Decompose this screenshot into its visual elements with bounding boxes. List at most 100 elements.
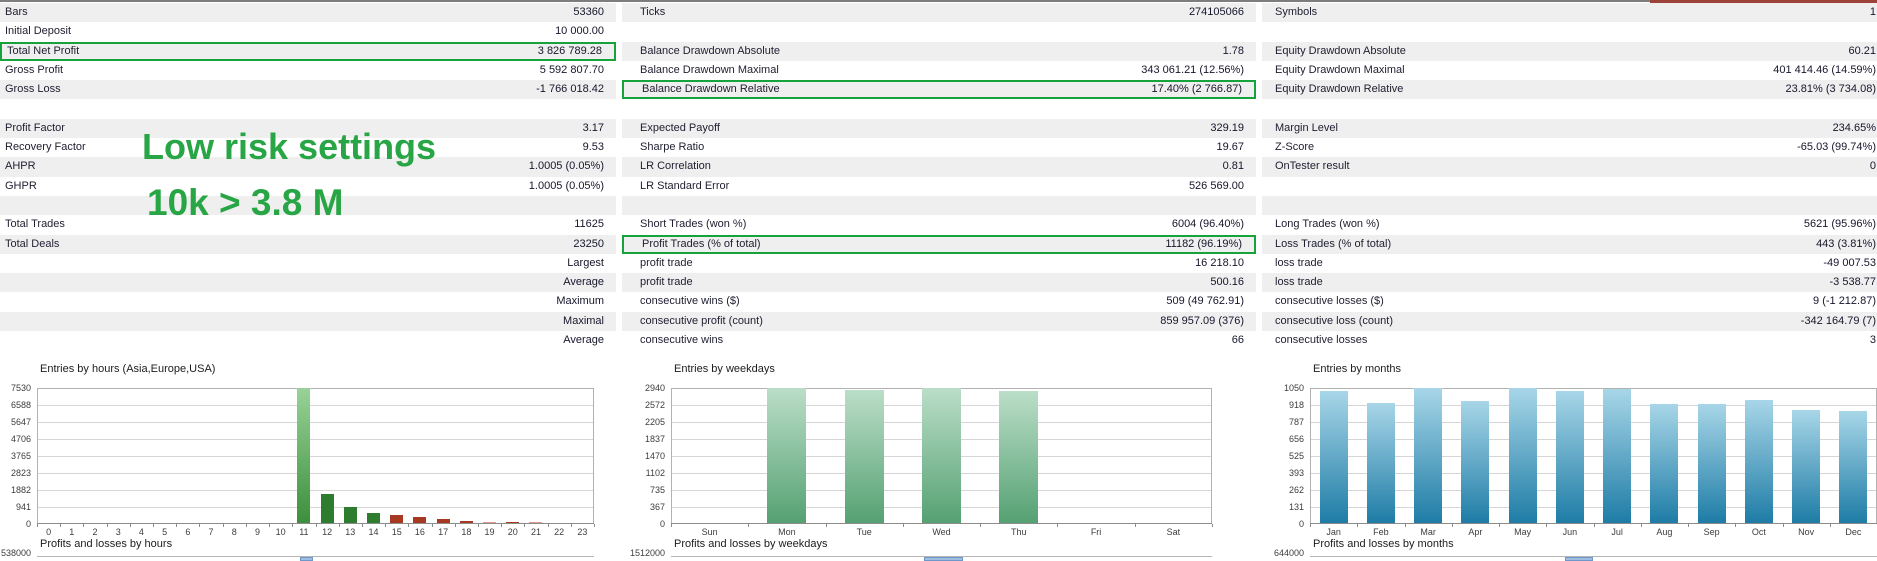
table-row: consecutive wins ($)509 (49 762.91) (622, 292, 1256, 311)
axis-tick (199, 524, 200, 527)
x-axis-tick-label: Jan (1310, 527, 1357, 537)
x-axis-tick-label: 5 (153, 527, 176, 537)
x-axis-tick-label: Jun (1546, 527, 1593, 537)
chart-title: Entries by weekdays (674, 363, 775, 375)
peak-bar-sliver (924, 557, 963, 561)
chart-bar (1839, 411, 1867, 523)
axis-tick (432, 524, 433, 527)
stat-value: -49 007.53 (1823, 254, 1877, 273)
stat-label: profit trade (622, 254, 693, 273)
axis-tick (408, 524, 409, 527)
chart-bar (845, 390, 884, 523)
table-row: consecutive losses ($)9 (-1 212.87) (1262, 292, 1877, 311)
stat-label (0, 292, 5, 311)
chart-bar (1603, 389, 1631, 523)
x-axis-tick-label: 1 (60, 527, 83, 537)
stat-label: consecutive losses ($) (1262, 292, 1384, 311)
chart-bar (999, 391, 1038, 523)
table-row (1262, 177, 1877, 196)
stat-value: 5 592 807.70 (540, 61, 616, 80)
peak-bar-sliver (300, 557, 313, 561)
x-axis-tick-label: 21 (524, 527, 547, 537)
x-axis-tick-label: Sep (1688, 527, 1735, 537)
stat-value: 509 (49 762.91) (1166, 292, 1256, 311)
stat-value: 1.0005 (0.05%) (529, 177, 616, 196)
stat-label: profit trade (622, 273, 693, 292)
axis-tick (60, 524, 61, 527)
stat-label: Balance Drawdown Maximal (622, 61, 779, 80)
chart-bar (922, 388, 961, 523)
stat-value: 10 000.00 (555, 22, 616, 41)
stat-label: loss trade (1262, 273, 1323, 292)
chart-top-border (1310, 556, 1877, 557)
y-axis-tick-label: 1882 (0, 485, 31, 495)
chart-title: Profits and losses by weekdays (674, 538, 827, 550)
stat-value (604, 196, 616, 215)
annotation-line-1: Low risk settings (142, 126, 436, 168)
table-row: consecutive profit (count)859 957.09 (37… (622, 312, 1256, 331)
stat-label: Long Trades (won %) (1262, 215, 1380, 234)
stat-label: Loss Trades (% of total) (1262, 235, 1391, 254)
axis-tick (316, 524, 317, 527)
stat-label: Profit Factor (0, 119, 65, 138)
stat-value (1244, 99, 1256, 118)
x-axis-tick-label: Nov (1783, 527, 1830, 537)
y-axis-tick-label: 0 (0, 519, 31, 529)
chart-bar (297, 388, 310, 523)
y-axis-tick-label: 131 (1262, 502, 1304, 512)
x-axis-tick-label: Jul (1594, 527, 1641, 537)
stat-label: Z-Score (1262, 138, 1314, 157)
x-axis-tick-label: Feb (1357, 527, 1404, 537)
stat-label: consecutive loss (count) (1262, 312, 1393, 331)
table-row: consecutive loss (count)-342 164.79 (7) (1262, 312, 1877, 331)
axis-tick (1735, 524, 1736, 527)
axis-tick (478, 524, 479, 527)
axis-tick (1499, 524, 1500, 527)
table-row: Profit Trades (% of total)11182 (96.19%) (622, 235, 1256, 254)
report-column-left: Bars53360Initial Deposit10 000.00Total N… (0, 3, 616, 350)
axis-tick (1135, 524, 1136, 527)
y-axis-tick-label: 941 (0, 502, 31, 512)
stat-label (0, 273, 5, 292)
x-axis-tick-label: Sun (671, 527, 748, 537)
stat-label: Short Trades (won %) (622, 215, 746, 234)
y-axis-tick-label: 2940 (623, 383, 665, 393)
x-axis-tick-label: Thu (980, 527, 1057, 537)
stat-value: 19.67 (1216, 138, 1256, 157)
x-axis-tick-label: 4 (130, 527, 153, 537)
stat-label (622, 196, 640, 215)
table-row: Initial Deposit10 000.00 (0, 22, 616, 41)
stat-value: 11182 (96.19%) (1165, 237, 1254, 252)
table-row: consecutive losses3 (1262, 331, 1877, 350)
mt5-backtest-report: { "annotation": { "line1": "Low risk set… (0, 0, 1877, 560)
stat-value: 1 (1870, 3, 1877, 22)
axis-tick (37, 524, 38, 527)
chart-bar (1367, 403, 1395, 523)
stat-value: 3 826 789.28 (538, 44, 614, 59)
y-axis-tick-label: 393 (1262, 468, 1304, 478)
table-row: loss trade-3 538.77 (1262, 273, 1877, 292)
chart-title: Entries by hours (Asia,Europe,USA) (40, 363, 215, 375)
chart-bar (390, 515, 403, 523)
stat-label (1262, 99, 1275, 118)
stat-value: 500.16 (1210, 273, 1256, 292)
y-axis-tick-label: 644000 (1262, 548, 1304, 558)
stat-label (0, 254, 5, 273)
axis-tick (176, 524, 177, 527)
stat-value: 60.21 (1848, 42, 1877, 61)
stat-value: 443 (3.81%) (1816, 235, 1877, 254)
stat-label: Gross Loss (0, 80, 61, 99)
x-axis-tick-label: 14 (362, 527, 385, 537)
y-axis-tick-label: 2572 (623, 400, 665, 410)
stat-value: 0.81 (1223, 157, 1256, 176)
y-axis-tick-label: 538000 (0, 548, 31, 558)
stat-label: Recovery Factor (0, 138, 86, 157)
stat-value: 9.53 (583, 138, 616, 157)
table-row: Average (0, 331, 616, 350)
table-row: Maximal (0, 312, 616, 331)
table-row (622, 99, 1256, 118)
table-row: Balance Drawdown Maximal343 061.21 (12.5… (622, 61, 1256, 80)
stat-value (1244, 196, 1256, 215)
table-row: profit trade 500.16 (622, 273, 1256, 292)
table-row: loss trade-49 007.53 (1262, 254, 1877, 273)
